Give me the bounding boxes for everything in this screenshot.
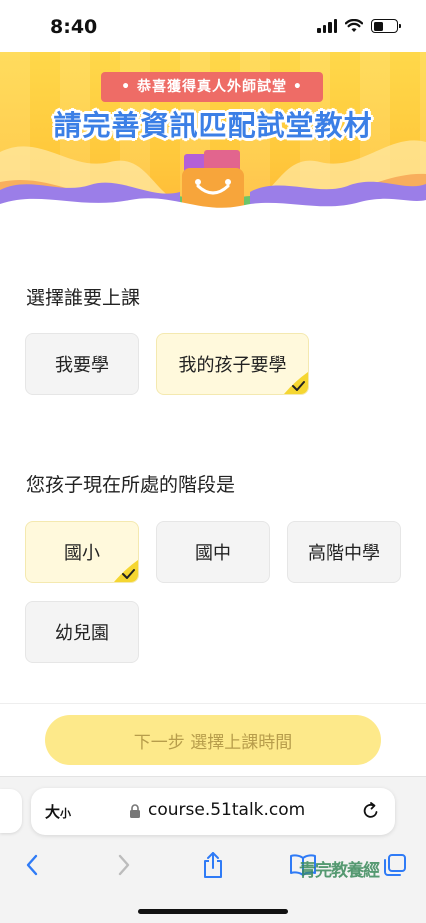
promo-banner: • 恭喜獲得真人外師試堂 • 請完善資訊匹配試堂教材 [0,52,426,220]
wifi-icon [345,19,363,32]
option-label: 幼兒園 [55,623,109,644]
option-label: 高階中學 [308,543,380,564]
address-bar[interactable]: 大小 course.51talk.com [31,788,395,835]
watermark-text: 青完教養經 [299,861,380,881]
lock-icon [130,804,140,818]
banner-ribbon: • 恭喜獲得真人外師試堂 • [101,72,323,102]
status-time: 8:40 [50,16,98,38]
share-icon[interactable] [198,847,228,883]
next-step-button[interactable]: 下一步 選擇上課時間 [45,715,381,765]
battery-icon [371,19,401,33]
checkmark-icon [114,560,138,582]
status-icons [317,19,401,33]
text-size-button[interactable]: 大小 [45,801,71,822]
previous-tab-edge[interactable] [0,789,22,833]
option-label: 我要學 [55,355,109,376]
option-junior-high[interactable]: 國中 [156,521,270,583]
back-icon[interactable] [18,847,46,883]
option-elementary[interactable]: 國小 [25,521,139,583]
status-bar: 8:40 [0,0,426,52]
option-label: 國小 [64,543,100,564]
banner-title: 請完善資訊匹配試堂教材 [53,109,373,142]
url-text: course.51talk.com [148,800,306,820]
option-i-learn[interactable]: 我要學 [25,333,139,395]
option-kindergarten[interactable]: 幼兒園 [25,601,139,663]
section-label-stage: 您孩子現在所處的階段是 [26,474,236,496]
checkmark-icon [284,372,308,394]
option-label: 我的孩子要學 [178,355,287,376]
next-step-label: 下一步 選擇上課時間 [133,732,293,753]
option-label: 國中 [195,543,231,564]
section-label-who: 選擇誰要上課 [26,287,141,309]
option-child-learn[interactable]: 我的孩子要學 [156,333,309,395]
forward-icon[interactable] [110,847,138,883]
home-indicator [138,909,288,914]
cloud-decoration [0,181,426,220]
signal-icon [317,19,337,33]
browser-toolbar: 大小 course.51talk.com 青完教養經 [0,776,426,923]
option-senior-high[interactable]: 高階中學 [287,521,401,583]
tabs-icon[interactable] [380,847,410,883]
reload-icon[interactable] [361,801,381,821]
divider [0,703,426,704]
